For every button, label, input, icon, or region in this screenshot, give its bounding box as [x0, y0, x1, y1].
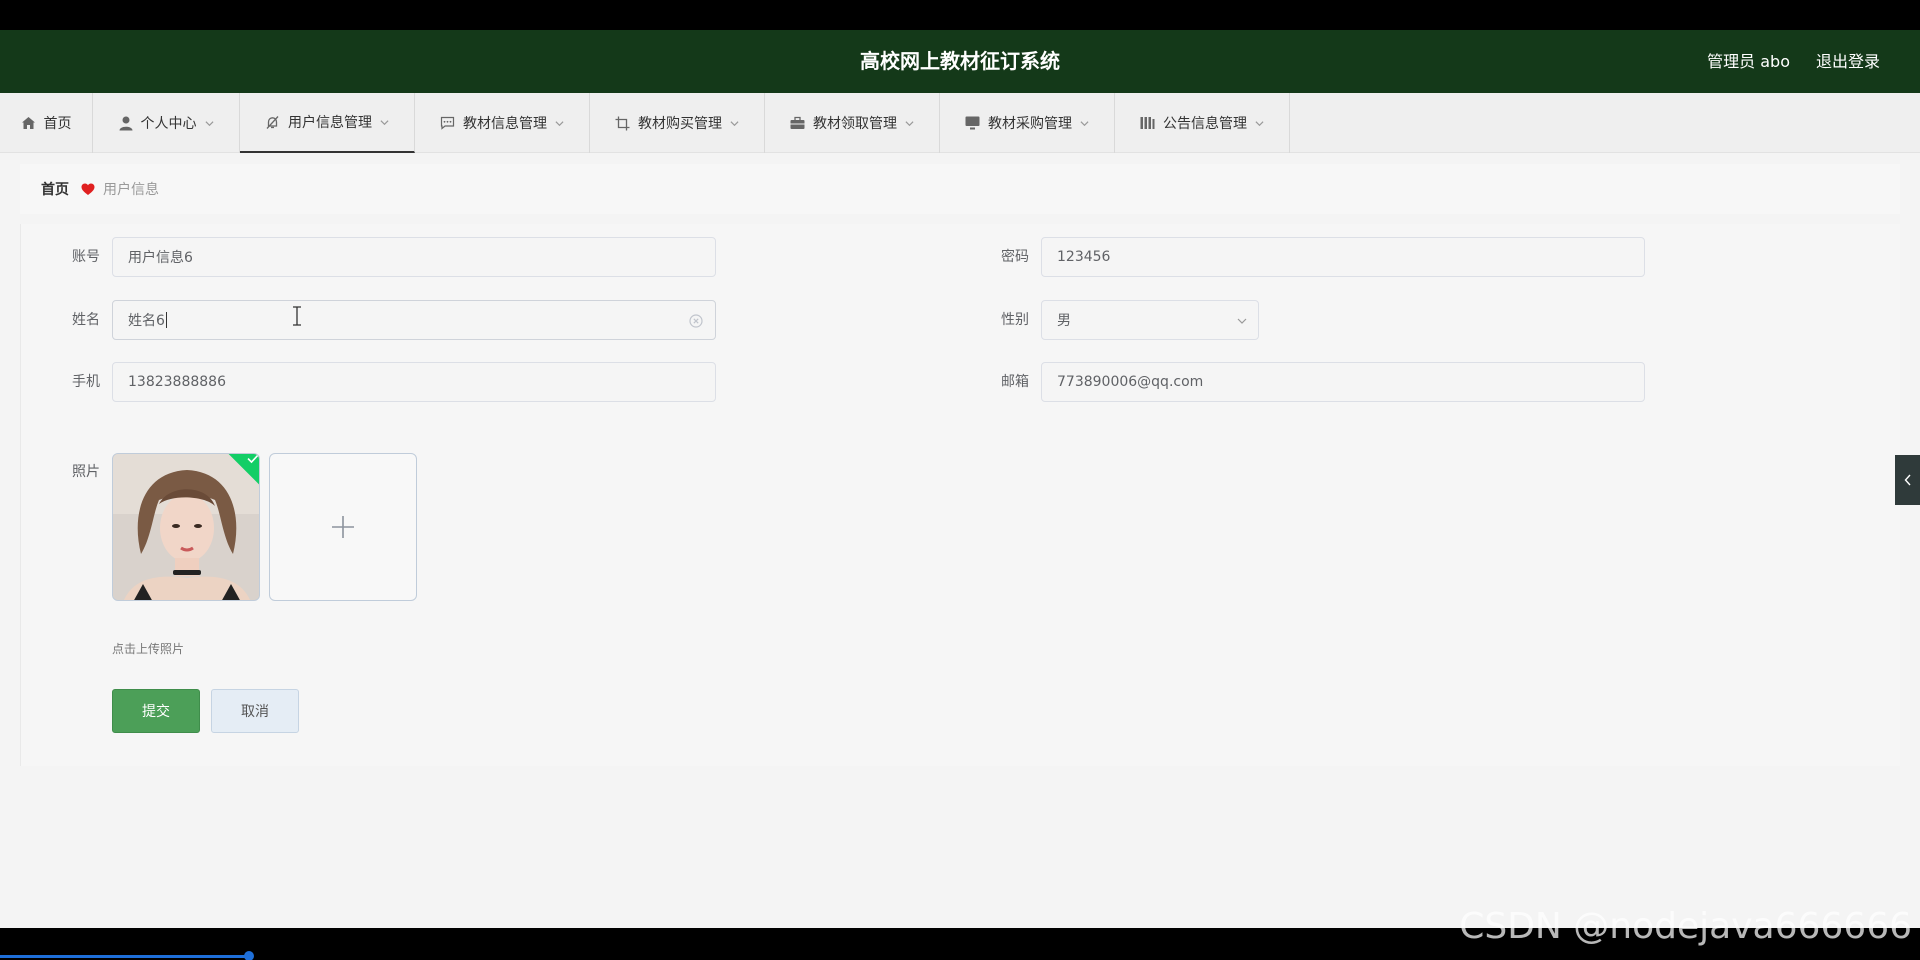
main-nav: 首页 个人中心 用户信息管理 教材信息管理 教材购买管理 教材领取管理 教材采购…: [0, 93, 1920, 153]
chevron-left-icon: [1904, 474, 1911, 486]
chevron-down-icon: [1237, 318, 1247, 324]
photo-upload-button[interactable]: [269, 453, 417, 601]
clear-icon[interactable]: [689, 314, 703, 328]
nav-item-label: 个人中心: [140, 116, 197, 132]
nav-item-personal-center[interactable]: 个人中心: [93, 93, 240, 153]
photo-label: 照片: [72, 464, 100, 480]
heart-icon: [81, 183, 95, 195]
nav-item-label: 教材采购管理: [988, 116, 1072, 132]
gender-label: 性别: [1001, 312, 1029, 328]
nav-item-label: 教材领取管理: [813, 116, 897, 132]
admin-username: 管理员 abo: [1707, 52, 1790, 71]
phone-label: 手机: [72, 374, 100, 390]
chevron-down-icon: [905, 120, 914, 126]
csdn-watermark: CSDN @nodejava666666: [1459, 906, 1912, 947]
name-input[interactable]: 姓名6: [112, 300, 716, 340]
breadcrumb: 首页 用户信息: [20, 164, 1900, 214]
account-label: 账号: [72, 249, 100, 265]
gender-select[interactable]: 男: [1041, 300, 1259, 340]
text-caret: [165, 312, 167, 328]
logout-link[interactable]: 退出登录: [1816, 30, 1880, 93]
name-input-value: 姓名6: [128, 313, 165, 329]
nav-item-label: 用户信息管理: [288, 115, 372, 131]
nav-item-user-info-management[interactable]: 用户信息管理: [240, 93, 415, 153]
cancel-button[interactable]: 取消: [211, 689, 299, 733]
name-label: 姓名: [72, 312, 100, 328]
nav-item-announcement-management[interactable]: 公告信息管理: [1115, 93, 1290, 153]
chevron-down-icon: [1080, 120, 1089, 126]
crop-icon: [615, 116, 630, 130]
upload-hint: 点击上传照片: [112, 642, 185, 656]
text-cursor-icon: [293, 306, 301, 326]
chevron-down-icon: [1255, 120, 1264, 126]
nav-item-textbook-collection-management[interactable]: 教材领取管理: [765, 93, 940, 153]
bell-off-icon: [266, 115, 279, 129]
chevron-down-icon: [380, 119, 389, 125]
sidebar-toggle[interactable]: [1895, 455, 1920, 505]
app-frame: 高校网上教材征订系统 管理员 abo 退出登录 首页 个人中心 用户信息管理 教…: [0, 30, 1920, 928]
password-label: 密码: [1001, 249, 1029, 265]
email-label: 邮箱: [1001, 374, 1029, 390]
nav-item-textbook-procurement-management[interactable]: 教材采购管理: [940, 93, 1115, 153]
video-progress-bar[interactable]: [0, 955, 250, 958]
columns-icon: [1140, 117, 1155, 129]
plus-icon: [332, 516, 354, 538]
nav-item-label: 首页: [43, 116, 72, 132]
check-icon: [247, 454, 259, 464]
nav-item-label: 公告信息管理: [1163, 116, 1247, 132]
nav-item-label: 教材购买管理: [638, 116, 722, 132]
app-title: 高校网上教材征订系统: [860, 49, 1060, 73]
chevron-down-icon: [555, 120, 564, 126]
home-icon: [21, 117, 35, 129]
monitor-icon: [965, 116, 980, 130]
nav-item-textbook-purchase-management[interactable]: 教材购买管理: [590, 93, 765, 153]
password-input[interactable]: 123456: [1041, 237, 1645, 277]
nav-item-home[interactable]: 首页: [0, 93, 93, 153]
breadcrumb-current: 用户信息: [103, 182, 159, 198]
phone-input[interactable]: 13823888886: [112, 362, 716, 402]
uploaded-photo[interactable]: [112, 453, 260, 601]
chevron-down-icon: [204, 120, 214, 126]
submit-button[interactable]: 提交: [112, 689, 200, 733]
user-info-form: 账号 用户信息6 密码 123456 姓名 姓名6 性别 男 手机 138238…: [20, 224, 1900, 766]
portrait-photo: [113, 454, 259, 600]
account-input[interactable]: 用户信息6: [112, 237, 716, 277]
nav-item-label: 教材信息管理: [463, 116, 547, 132]
email-input[interactable]: 773890006@qq.com: [1041, 362, 1645, 402]
chevron-down-icon: [730, 120, 739, 126]
user-icon: [119, 116, 132, 130]
top-header: 高校网上教材征订系统 管理员 abo 退出登录: [0, 30, 1920, 93]
video-progress-handle[interactable]: [244, 951, 254, 960]
gender-select-value: 男: [1057, 313, 1071, 329]
chat-icon: [440, 116, 455, 130]
briefcase-icon: [790, 116, 805, 129]
nav-item-textbook-info-management[interactable]: 教材信息管理: [415, 93, 590, 153]
breadcrumb-home[interactable]: 首页: [41, 179, 69, 199]
